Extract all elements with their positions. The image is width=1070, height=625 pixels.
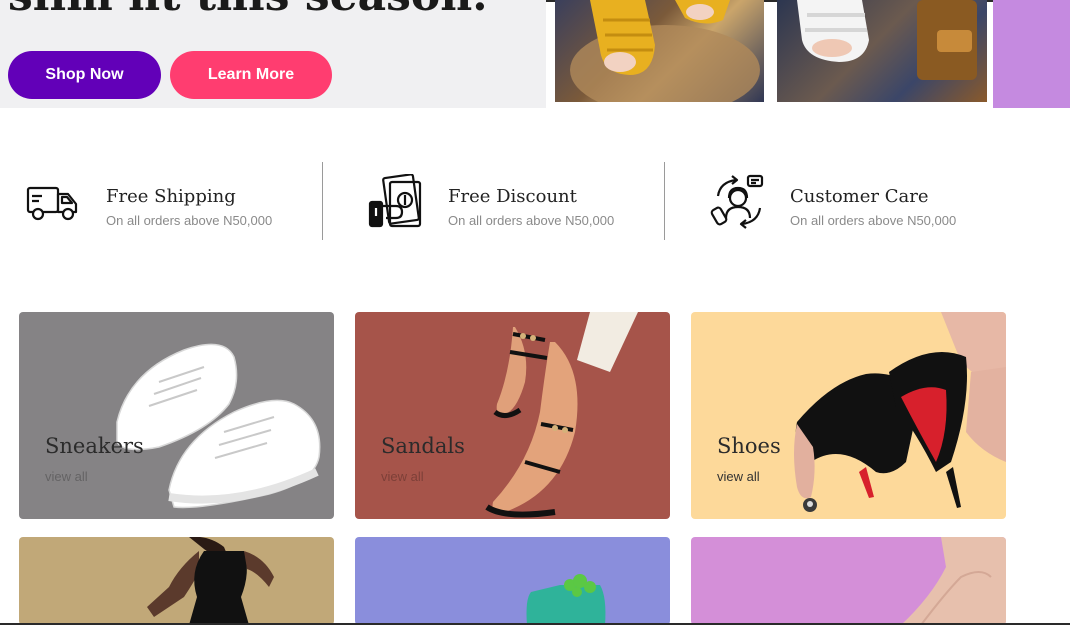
features-row: Free Shipping On all orders above N50,00… <box>0 160 1070 242</box>
feature-subtitle: On all orders above N50,000 <box>790 213 957 228</box>
view-all-link[interactable]: view all <box>381 469 424 484</box>
view-all-link[interactable]: view all <box>717 469 760 484</box>
feature-free-shipping: Free Shipping On all orders above N50,00… <box>26 160 326 242</box>
category-card-heels[interactable] <box>691 537 1006 625</box>
view-all-link[interactable]: view all <box>45 469 88 484</box>
category-card-sandals[interactable]: Sandals view all <box>355 312 670 519</box>
hero-banner: slim fit this season. Shop Now Learn Mor… <box>0 0 1070 108</box>
sandals-image <box>485 312 638 518</box>
hero-text-panel: slim fit this season. Shop Now Learn Mor… <box>0 0 546 108</box>
user-icon <box>803 498 817 512</box>
hero-image-yellow-sandals <box>555 0 764 102</box>
feature-title: Customer Care <box>790 186 929 207</box>
category-card-dress[interactable] <box>19 537 334 625</box>
heels-image <box>794 312 1006 508</box>
learn-more-button[interactable]: Learn More <box>170 51 332 99</box>
hero-image-purple-panel <box>993 0 1070 108</box>
feature-subtitle: On all orders above N50,000 <box>448 213 615 228</box>
delivery-truck-icon <box>26 186 78 221</box>
cash-discount-icon <box>368 174 422 228</box>
customer-care-icon <box>710 174 764 229</box>
feature-divider <box>664 162 665 240</box>
legs-image <box>901 537 1006 625</box>
feature-customer-care: Customer Care On all orders above N50,00… <box>710 160 1010 242</box>
category-card-shoes[interactable]: Shoes view all <box>691 312 1006 519</box>
category-card-sneakers[interactable]: Sneakers view all <box>19 312 334 519</box>
shop-now-button[interactable]: Shop Now <box>8 51 161 99</box>
hero-image-white-sandals <box>777 0 987 102</box>
category-title: Sneakers <box>45 434 144 458</box>
feature-subtitle: On all orders above N50,000 <box>106 213 273 228</box>
feature-free-discount: Free Discount On all orders above N50,00… <box>368 160 668 242</box>
sneakers-image <box>116 343 321 509</box>
dress-model-image <box>147 537 274 625</box>
feature-title: Free Discount <box>448 186 577 207</box>
feature-divider <box>322 162 323 240</box>
category-card-bags[interactable] <box>355 537 670 625</box>
category-title: Shoes <box>717 434 781 458</box>
hero-heading: slim fit this season. <box>8 0 488 21</box>
feature-title: Free Shipping <box>106 186 236 207</box>
category-title: Sandals <box>381 434 465 458</box>
bag-image <box>526 574 606 625</box>
